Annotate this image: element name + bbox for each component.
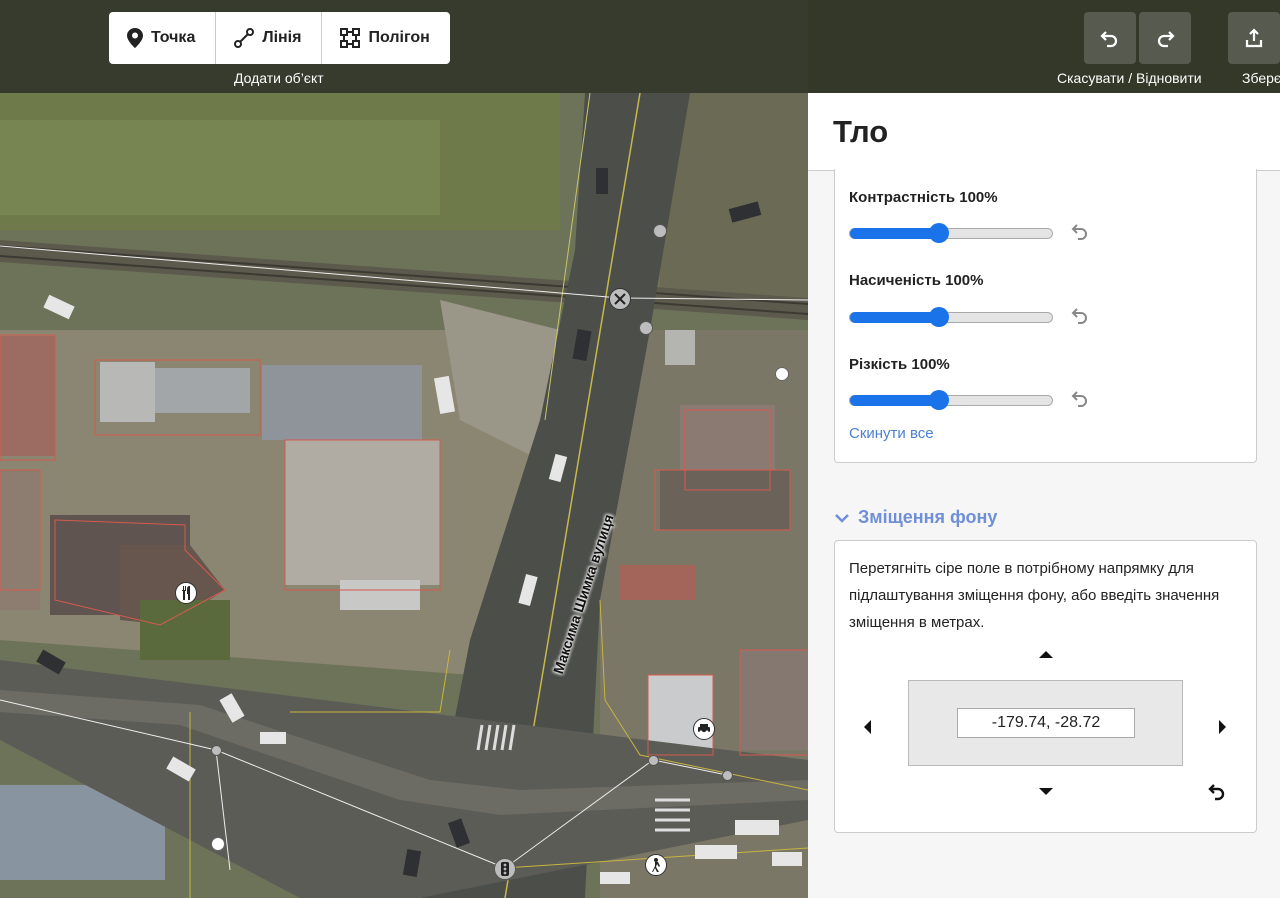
offset-section-title: Зміщення фону xyxy=(858,507,998,527)
sharpness-reset-icon[interactable] xyxy=(1069,388,1091,410)
save-button[interactable] xyxy=(1228,12,1280,64)
contrast-reset-icon[interactable] xyxy=(1069,221,1091,243)
panel-title: Тло xyxy=(833,114,889,149)
map-view[interactable]: Максима Шимка вулиця xyxy=(0,0,808,898)
saturation-slider-thumb[interactable] xyxy=(928,307,949,327)
sharpness-slider-fill xyxy=(850,395,939,406)
undo-button[interactable] xyxy=(1084,12,1136,64)
panel-header: Тло xyxy=(808,93,1280,171)
chevron-down-icon xyxy=(835,513,849,523)
add-point-label: Точка xyxy=(151,29,196,46)
save-caption: Зберє xyxy=(1242,70,1280,86)
contrast-slider-thumb[interactable] xyxy=(928,223,949,243)
map-vertex[interactable] xyxy=(211,745,222,756)
sharpness-slider-thumb[interactable] xyxy=(928,390,949,410)
background-settings-panel: Тло Контрастність 100% Насиченість 100% … xyxy=(808,93,1280,898)
saturation-slider-fill xyxy=(850,312,939,323)
add-line-button[interactable]: Лінія xyxy=(216,12,323,64)
offset-drag-area[interactable] xyxy=(908,680,1183,766)
traffic-light-poi-icon[interactable] xyxy=(494,858,516,880)
sharpness-slider[interactable] xyxy=(849,390,1053,410)
top-toolbar: Точка Лінія Полігон Додати об’єкт Скасув… xyxy=(0,0,1280,93)
map-vertex[interactable] xyxy=(722,770,733,781)
map-vertex[interactable] xyxy=(775,367,789,381)
restaurant-poi-icon[interactable] xyxy=(175,582,197,604)
map-vertex[interactable] xyxy=(211,837,225,851)
car-service-poi-icon[interactable] xyxy=(693,718,715,740)
offset-section-toggle[interactable]: Зміщення фону xyxy=(834,507,997,528)
offset-left-arrow-icon[interactable] xyxy=(864,720,871,734)
add-polygon-label: Полігон xyxy=(368,29,430,46)
map-pin-icon xyxy=(127,28,143,48)
add-feature-caption: Додати об’єкт xyxy=(234,70,324,86)
level-crossing-poi-icon[interactable] xyxy=(609,288,631,310)
undo-icon xyxy=(1100,31,1118,48)
redo-button[interactable] xyxy=(1139,12,1191,64)
polygon-icon xyxy=(340,28,361,48)
map-vertex[interactable] xyxy=(653,224,667,238)
aerial-imagery xyxy=(0,0,808,898)
add-line-label: Лінія xyxy=(262,29,302,46)
map-vertex[interactable] xyxy=(639,321,653,335)
offset-right-arrow-icon[interactable] xyxy=(1219,720,1226,734)
contrast-slider[interactable] xyxy=(849,223,1053,243)
sharpness-label: Різкість 100% xyxy=(849,356,950,373)
redo-icon xyxy=(1157,31,1175,48)
undo-redo-caption: Скасувати / Відновити xyxy=(1057,70,1202,86)
add-point-button[interactable]: Точка xyxy=(109,12,217,64)
map-vertex[interactable] xyxy=(648,755,659,766)
offset-up-arrow-icon[interactable] xyxy=(1039,651,1053,658)
offset-down-arrow-icon[interactable] xyxy=(1039,788,1053,795)
saturation-slider[interactable] xyxy=(849,307,1053,327)
offset-reset-icon[interactable] xyxy=(1206,781,1228,803)
offset-input[interactable] xyxy=(957,708,1135,738)
contrast-slider-fill xyxy=(850,228,939,239)
pedestrian-crossing-poi-icon[interactable] xyxy=(645,854,667,876)
contrast-label: Контрастність 100% xyxy=(849,189,998,206)
add-feature-group: Точка Лінія Полігон xyxy=(109,12,450,64)
reset-all-link[interactable]: Скинути все xyxy=(849,425,934,442)
offset-description: Перетягніть сіре поле в потрібному напря… xyxy=(849,560,1220,631)
saturation-reset-icon[interactable] xyxy=(1069,305,1091,327)
background-offset-card: Перетягніть сіре поле в потрібному напря… xyxy=(834,540,1257,833)
image-adjustments-card: Контрастність 100% Насиченість 100% Різк… xyxy=(834,169,1257,463)
line-icon xyxy=(234,28,255,48)
saturation-label: Насиченість 100% xyxy=(849,272,984,289)
add-polygon-button[interactable]: Полігон xyxy=(322,12,450,64)
upload-icon xyxy=(1245,28,1263,48)
